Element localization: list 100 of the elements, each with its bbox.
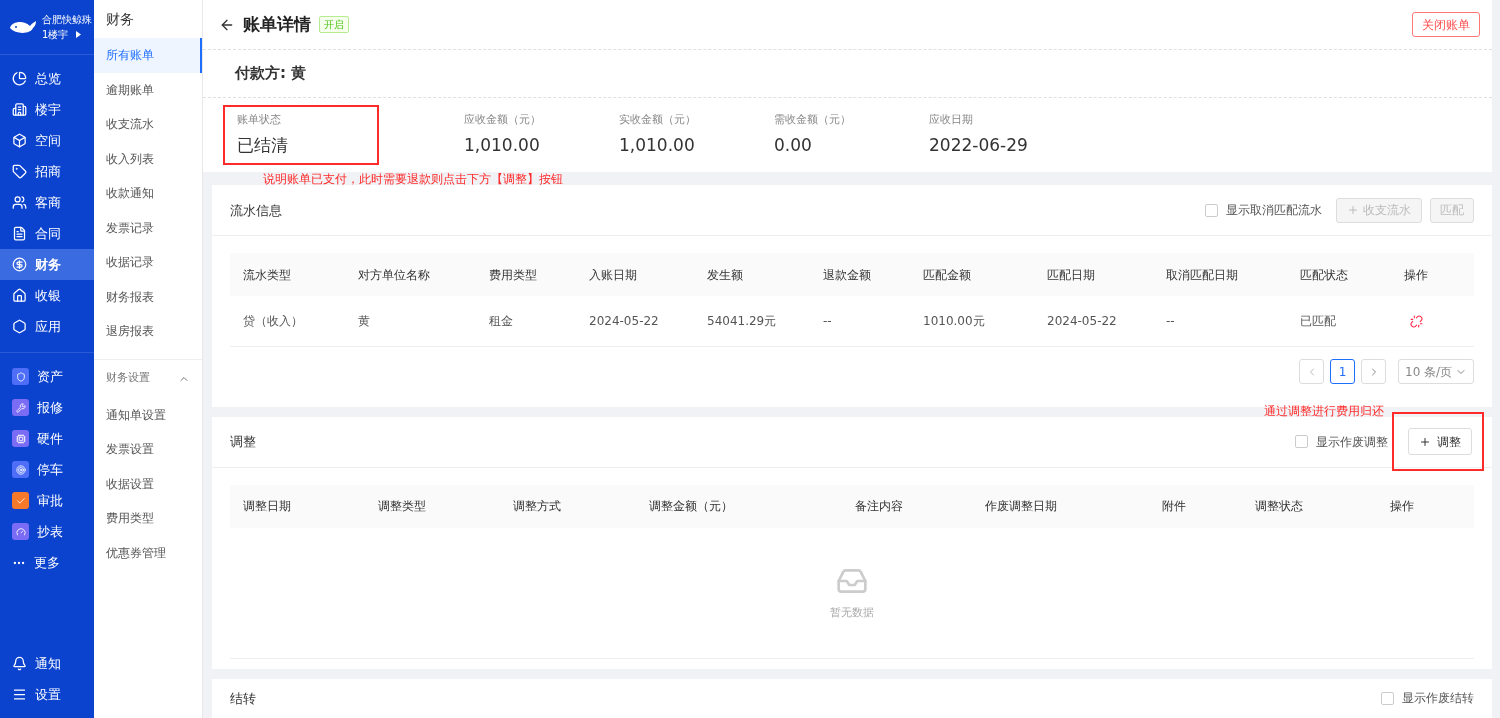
- company-name: 合肥快鲸殊: [42, 13, 92, 27]
- column-header: 取消匹配日期: [1165, 267, 1239, 284]
- sub-nav-item[interactable]: 所有账单: [94, 38, 202, 73]
- whale-logo-icon: [8, 18, 38, 36]
- column-header: 流水类型: [242, 267, 292, 284]
- nav-item[interactable]: 客商: [0, 187, 94, 218]
- table-cell-text: --: [822, 313, 833, 331]
- nav-item[interactable]: 报修: [0, 392, 94, 423]
- tag-icon: [12, 164, 27, 179]
- column-header: 操作: [1389, 498, 1415, 516]
- nav-item[interactable]: 楼宇: [0, 94, 94, 125]
- caret-icon: [76, 31, 82, 38]
- section-title: 调整: [230, 433, 256, 452]
- checkbox[interactable]: 显示作废结转: [1381, 689, 1474, 708]
- column-header: 调整状态: [1254, 498, 1304, 516]
- nav-item[interactable]: 更多: [0, 547, 94, 578]
- column-header: 附件: [1161, 498, 1187, 516]
- section-title: 结转: [230, 690, 256, 709]
- document-icon: [12, 226, 27, 241]
- column-header: 费用类型: [488, 267, 538, 284]
- hexagon-icon: [12, 319, 27, 334]
- column-header: 退款金额: [822, 267, 872, 284]
- column-header: 发生额: [706, 267, 744, 284]
- sub-nav-item[interactable]: 费用类型: [94, 501, 202, 536]
- page-size-select[interactable]: 10 条/页: [1398, 359, 1474, 385]
- table-cell-text: 2024-05-22: [1046, 313, 1118, 331]
- coin-icon: [12, 257, 27, 272]
- plus-icon: [1347, 204, 1359, 217]
- column-header: 备注内容: [854, 498, 904, 516]
- stat-value: 1,010.00: [464, 133, 541, 157]
- stat-value: 0.00: [774, 133, 813, 157]
- stat-value: 已结清: [237, 133, 289, 157]
- column-header: 调整金额（元）: [648, 498, 734, 516]
- stat-label: 需收金额（元）: [774, 112, 852, 128]
- plus-icon: [1419, 435, 1431, 448]
- sub-nav-item[interactable]: 逾期账单: [94, 72, 202, 107]
- page-button[interactable]: 1: [1330, 359, 1355, 385]
- checkbox[interactable]: 显示取消匹配流水: [1205, 201, 1322, 220]
- section-title: 流水信息: [230, 201, 282, 220]
- annotation-text: 通过调整进行费用归还: [1264, 403, 1384, 421]
- nav-item[interactable]: 应用: [0, 311, 94, 342]
- column-header: 调整方式: [512, 498, 562, 516]
- nav-item[interactable]: 通知: [0, 648, 94, 679]
- nav-item[interactable]: 财务: [0, 249, 94, 280]
- pie-chart-icon: [12, 71, 27, 86]
- column-header: 入账日期: [588, 267, 638, 284]
- stat-label: 实收金额（元）: [619, 112, 697, 128]
- table-cell-text: 1010.00元: [922, 313, 986, 331]
- nav-item[interactable]: 招商: [0, 156, 94, 187]
- nav-item[interactable]: 停车: [0, 454, 94, 485]
- table-cell-text: 贷（收入）: [242, 313, 304, 331]
- sub-nav-item[interactable]: 财务报表: [94, 279, 202, 314]
- adjust-button[interactable]: 调整: [1408, 428, 1472, 456]
- page-title: 账单详情: [243, 12, 311, 36]
- table-cell-text: 租金: [488, 313, 514, 331]
- nav-item[interactable]: 空间: [0, 125, 94, 156]
- sub-nav-item[interactable]: 收据设置: [94, 466, 202, 501]
- nav-item[interactable]: 硬件: [0, 423, 94, 454]
- checkbox[interactable]: 显示作废调整: [1295, 432, 1388, 451]
- nav-item[interactable]: 设置: [0, 679, 94, 710]
- building-switcher[interactable]: 1楼宇: [42, 27, 92, 42]
- column-header: 调整类型: [377, 498, 427, 516]
- sub-nav-item[interactable]: 发票记录: [94, 210, 202, 245]
- column-header: 匹配日期: [1046, 267, 1096, 284]
- nav-item[interactable]: 审批: [0, 485, 94, 516]
- column-header: 匹配状态: [1299, 267, 1349, 284]
- sub-nav-item[interactable]: 退房报表: [94, 314, 202, 349]
- unlink-icon[interactable]: [1410, 315, 1423, 328]
- nav-item[interactable]: 资产: [0, 361, 94, 392]
- sub-nav-item[interactable]: 收入列表: [94, 141, 202, 176]
- sub-nav-item[interactable]: 优惠券管理: [94, 535, 202, 570]
- table-cell-text: 已匹配: [1299, 313, 1337, 331]
- nav-item[interactable]: 收银: [0, 280, 94, 311]
- nav-item[interactable]: 抄表: [0, 516, 94, 547]
- table-cell-text: 黄: [357, 313, 371, 331]
- user-icon: [12, 195, 27, 210]
- house-icon: [12, 288, 27, 303]
- stat-label: 应收金额（元）: [464, 112, 542, 128]
- nav-item[interactable]: 合同: [0, 218, 94, 249]
- sub-nav-item[interactable]: 收支流水: [94, 107, 202, 142]
- payer-name: 付款方: 黄: [235, 63, 307, 85]
- sub-nav-item[interactable]: 通知单设置: [94, 397, 202, 432]
- stat-value: 2022-06-29: [929, 133, 1029, 157]
- column-header: 匹配金额: [922, 267, 972, 284]
- table-cell-text: 2024-05-22: [588, 313, 660, 331]
- column-header: 对方单位名称: [357, 267, 431, 284]
- stat-label: 账单状态: [237, 112, 282, 128]
- sub-nav-item[interactable]: 收据记录: [94, 245, 202, 280]
- cube-icon: [12, 133, 27, 148]
- sub-nav-group[interactable]: 财务设置: [94, 359, 202, 398]
- building-icon: [12, 102, 27, 117]
- sub-nav-item[interactable]: 发票设置: [94, 432, 202, 467]
- bell-icon: [12, 656, 27, 671]
- nav-item[interactable]: 总览: [0, 63, 94, 94]
- column-header: 操作: [1403, 267, 1429, 284]
- table-cell-text: --: [1165, 313, 1176, 331]
- sub-sidebar-title: 财务: [105, 9, 135, 29]
- stat-value: 1,010.00: [619, 133, 696, 157]
- empty-text: 暂无数据: [830, 604, 874, 621]
- sub-nav-item[interactable]: 收款通知: [94, 176, 202, 211]
